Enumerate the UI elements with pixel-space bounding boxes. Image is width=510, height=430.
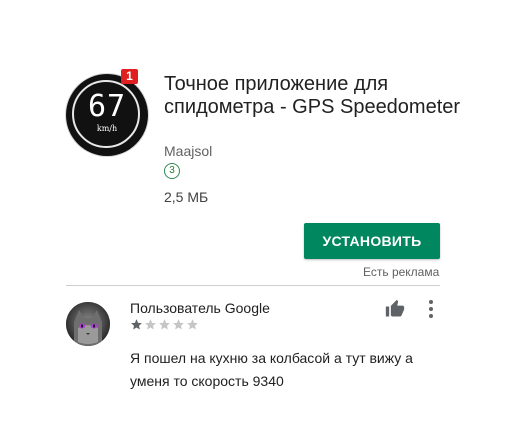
app-icon-speed: 67 — [87, 89, 127, 124]
app-icon[interactable]: 67 km/h — [66, 74, 148, 156]
developer-link[interactable]: Maajsol — [164, 143, 212, 159]
section-divider — [66, 285, 440, 286]
star-filled-icon — [131, 319, 142, 330]
reviewer-name: Пользователь Google — [130, 300, 270, 316]
avatar-cat-image — [66, 302, 110, 346]
star-rating — [130, 318, 199, 332]
star-empty-icon — [173, 319, 184, 330]
app-title: Точное приложение для спидометра - GPS S… — [164, 73, 461, 118]
star-empty-icon — [159, 319, 170, 330]
thumbs-up-icon[interactable] — [385, 299, 405, 319]
app-icon-unit: km/h — [96, 124, 118, 133]
star-empty-icon — [187, 319, 198, 330]
review-text: Я пошел на кухню за колбасой а тут вижу … — [130, 350, 413, 389]
app-size: 2,5 МБ — [164, 189, 209, 205]
install-button[interactable]: УСТАНОВИТЬ — [304, 223, 440, 259]
contains-ads-label: Есть реклама — [363, 265, 440, 279]
notification-badge: 1 — [121, 69, 138, 84]
more-vertical-icon[interactable] — [422, 298, 440, 320]
age-rating-badge: 3 — [164, 163, 180, 179]
avatar — [66, 302, 110, 346]
star-empty-icon — [145, 319, 156, 330]
